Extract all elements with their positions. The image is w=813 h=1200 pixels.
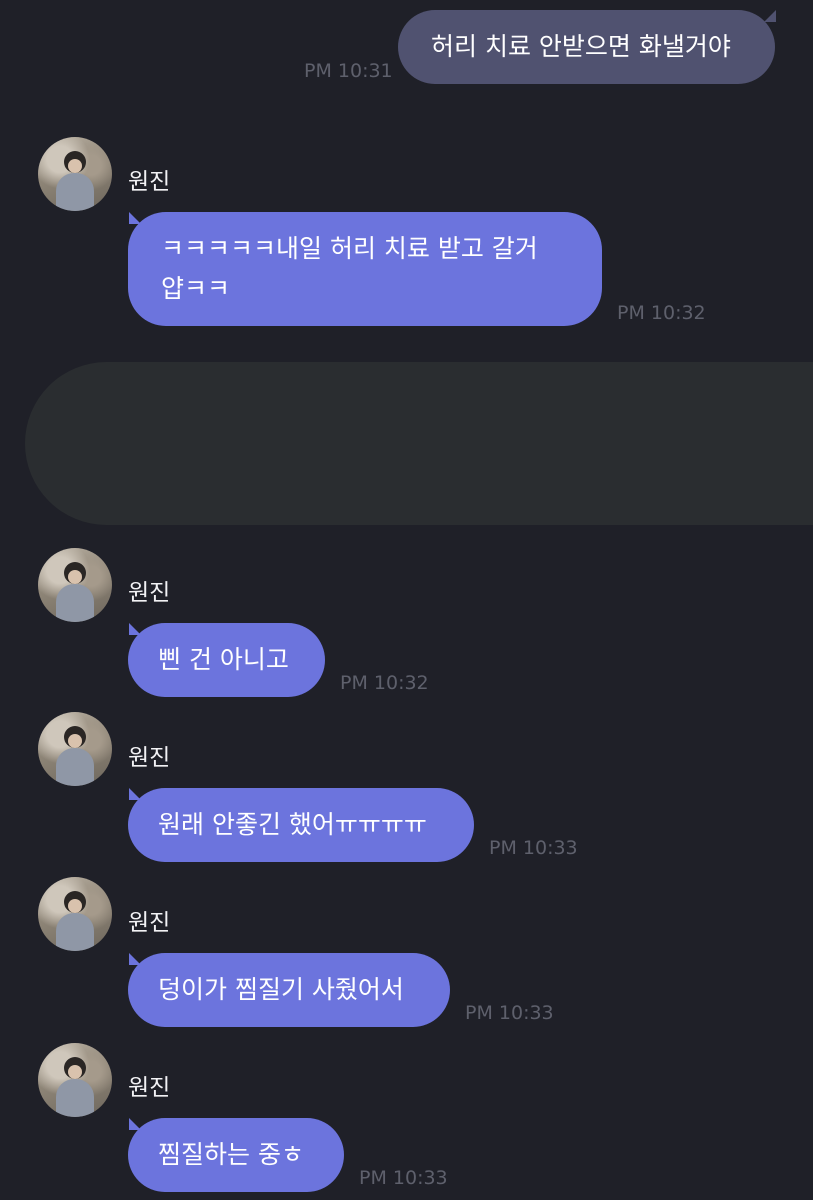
message-timestamp: PM 10:33 bbox=[465, 1002, 554, 1024]
sender-avatar[interactable] bbox=[38, 548, 112, 622]
received-message-bubble[interactable]: 덩이가 찜질기 사줬어서 bbox=[128, 953, 450, 1027]
sent-message-bubble[interactable]: 허리 치료 안받으면 화낼거야 bbox=[398, 10, 775, 84]
sender-name: 원진 bbox=[128, 910, 171, 936]
message-text: 허리 치료 안받으면 화낼거야 bbox=[431, 32, 731, 61]
message-timestamp: PM 10:33 bbox=[489, 837, 578, 859]
bubble-tail bbox=[764, 10, 776, 22]
received-message-bubble[interactable]: 찜질하는 중ㅎ bbox=[128, 1118, 344, 1192]
sender-name: 원진 bbox=[128, 745, 171, 771]
message-timestamp: PM 10:31 bbox=[304, 60, 393, 82]
message-text: 삔 건 아니고 bbox=[158, 645, 289, 674]
sender-name: 원진 bbox=[128, 1075, 171, 1101]
message-text-line: ㅋㅋㅋㅋㅋ내일 허리 치료 받고 갈거 bbox=[161, 234, 538, 263]
message-text: 덩이가 찜질기 사줬어서 bbox=[158, 975, 404, 1004]
received-message-bubble[interactable]: ㅋㅋㅋㅋㅋ내일 허리 치료 받고 갈거 얍ㅋㅋ bbox=[128, 212, 602, 326]
sender-name: 원진 bbox=[128, 169, 171, 195]
message-timestamp: PM 10:32 bbox=[617, 302, 706, 324]
sender-avatar[interactable] bbox=[38, 137, 112, 211]
sender-avatar[interactable] bbox=[38, 1043, 112, 1117]
sender-name: 원진 bbox=[128, 580, 171, 606]
message-text-line: 얍ㅋㅋ bbox=[161, 274, 231, 303]
redacted-message-block bbox=[25, 362, 813, 525]
received-message-bubble[interactable]: 원래 안좋긴 했어ㅠㅠㅠㅠ bbox=[128, 788, 474, 862]
message-timestamp: PM 10:32 bbox=[340, 672, 429, 694]
message-timestamp: PM 10:33 bbox=[359, 1167, 448, 1189]
message-text: 원래 안좋긴 했어ㅠㅠㅠㅠ bbox=[158, 810, 427, 839]
sender-avatar[interactable] bbox=[38, 712, 112, 786]
received-message-bubble[interactable]: 삔 건 아니고 bbox=[128, 623, 325, 697]
message-text: 찜질하는 중ㅎ bbox=[158, 1140, 304, 1169]
sender-avatar[interactable] bbox=[38, 877, 112, 951]
